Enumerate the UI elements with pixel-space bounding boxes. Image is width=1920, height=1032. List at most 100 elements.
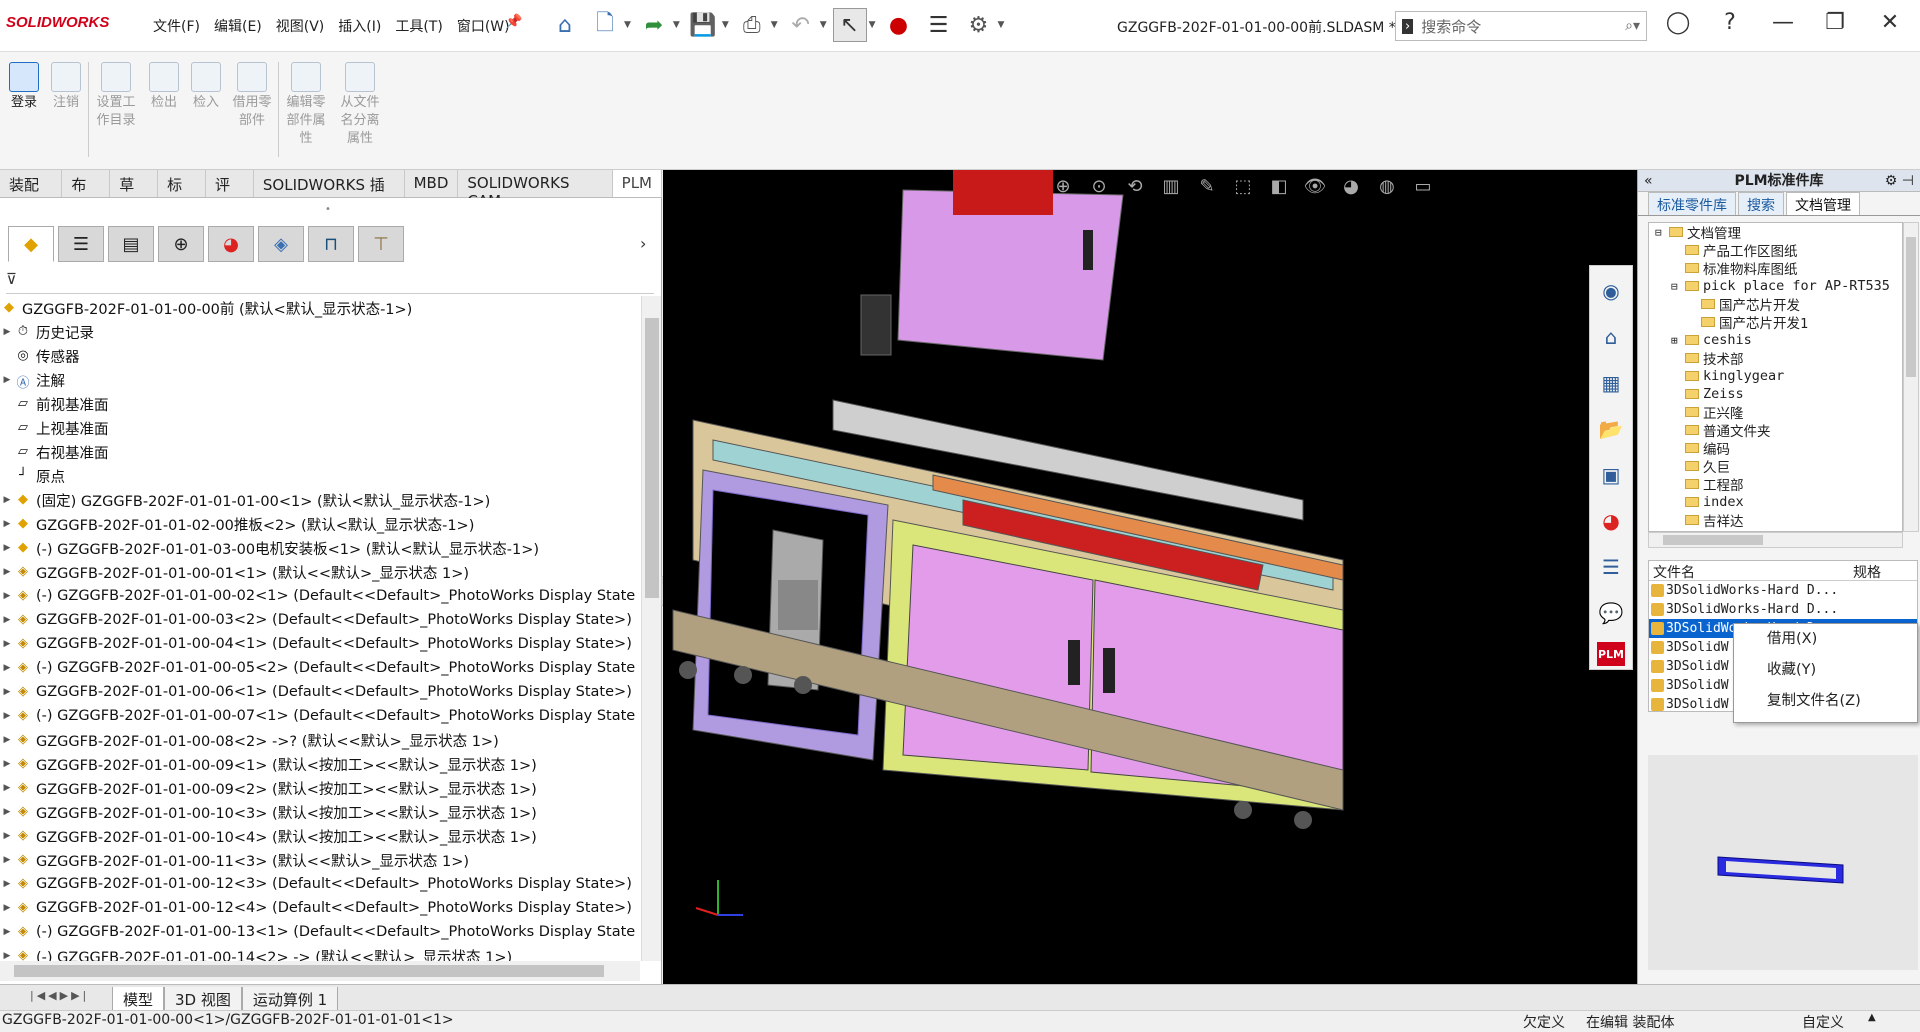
expand-arrow-icon[interactable]: ▶ — [0, 375, 14, 385]
tree-item[interactable]: ◎ 传感器 — [0, 344, 640, 368]
tree-item[interactable]: ▶ ◈ (-) GZGGFB-202F-01-01-00-05<2> (Defaul… — [0, 656, 640, 680]
tab-layout[interactable]: 布局 — [62, 170, 111, 215]
expand-arrow-icon[interactable]: ▶ — [0, 639, 14, 649]
expand-arrow-icon[interactable]: ▶ — [0, 687, 14, 697]
cam-tool-tab-icon[interactable]: ⊤ — [358, 226, 404, 262]
expand-toggle-icon[interactable]: ⊟ — [1671, 280, 1685, 293]
expand-arrow-icon[interactable]: ▶ — [0, 327, 14, 337]
tab-plm[interactable]: PLM — [612, 170, 663, 197]
tree-item[interactable]: ▶ ◆ (-) GZGGFB-202F-01-01-03-00电机安装板<1> (默… — [0, 536, 640, 560]
folder-node[interactable]: ⊟ pick place for AP-RT535 — [1649, 277, 1902, 295]
folder-node[interactable]: index — [1649, 493, 1902, 511]
chevron-right-icon[interactable]: › — [640, 234, 646, 253]
expand-arrow-icon[interactable]: ▶ — [0, 807, 14, 817]
menu-file[interactable]: 文件(F) — [146, 16, 207, 36]
property-manager-tab-icon[interactable]: ☰ — [58, 226, 104, 262]
folder-node[interactable]: 产品工作区图纸 — [1649, 241, 1902, 260]
folder-node[interactable]: 国产芯片开发 — [1649, 295, 1902, 314]
help-icon[interactable]: ? — [1710, 10, 1750, 35]
folder-node[interactable]: 久巨 — [1649, 457, 1902, 476]
scrollbar-thumb[interactable] — [645, 318, 659, 598]
dynamic-annotation-icon[interactable]: ✎ — [1192, 176, 1222, 202]
filter-icon[interactable]: ⊽ — [6, 270, 17, 288]
expand-arrow-icon[interactable]: ▶ — [0, 615, 14, 625]
tab-mbd[interactable]: MBD — [405, 170, 459, 197]
checkin-button[interactable]: 检入 — [182, 62, 230, 112]
folder-node[interactable]: 技术部 — [1649, 349, 1902, 368]
expand-arrow-icon[interactable]: ▶ — [0, 879, 14, 889]
expand-arrow-icon[interactable]: ▶ — [0, 495, 14, 505]
tree-item[interactable]: ▶ ◈ GZGGFB-202F-01-01-00-04<1> (Default<<D… — [0, 632, 640, 656]
checkout-button[interactable]: 检出 — [140, 62, 188, 112]
expand-toggle-icon[interactable]: ⊟ — [1655, 226, 1669, 239]
column-filename[interactable]: 文件名 — [1649, 561, 1849, 580]
tree-item[interactable]: ▱ 上视基准面 — [0, 416, 640, 440]
3d-content-icon[interactable]: ▦ — [1590, 362, 1632, 404]
folder-node[interactable]: 编码 — [1649, 439, 1902, 458]
tree-horizontal-scrollbar[interactable] — [0, 961, 640, 981]
tree-item[interactable]: ▶ ◈ GZGGFB-202F-01-01-00-06<1> (Default<<D… — [0, 680, 640, 704]
expand-arrow-icon[interactable]: ▶ — [0, 591, 14, 601]
undo-icon[interactable]: ↶ — [784, 8, 818, 42]
menu-item-favorite[interactable]: 收藏(Y) — [1734, 655, 1917, 686]
user-icon[interactable]: ◯ — [1658, 10, 1698, 35]
folder-node[interactable]: 正兴隆 — [1649, 403, 1902, 422]
expand-arrow-icon[interactable]: ▶ — [0, 951, 14, 961]
splitter-dot[interactable]: • — [325, 204, 331, 215]
folder-node[interactable]: 工程部 — [1649, 475, 1902, 494]
expand-arrow-icon[interactable]: ▶ — [0, 711, 14, 721]
tree-item[interactable]: ▶ ◈ (-) GZGGFB-202F-01-01-00-02<1> (Defaul… — [0, 584, 640, 608]
tab-evaluate[interactable]: 评估 — [206, 170, 254, 215]
cam-operation-tab-icon[interactable]: ⊓ — [308, 226, 354, 262]
tree-root[interactable]: ◆ GZGGFB-202F-01-01-00-00前 (默认<默认_显示状态-1>… — [0, 296, 640, 320]
tree-item[interactable]: ▶ ◈ GZGGFB-202F-01-01-00-12<3> (Default<<D… — [0, 872, 640, 896]
new-document-icon[interactable]: 🗋 — [588, 8, 622, 42]
collapse-icon[interactable]: « — [1644, 170, 1653, 192]
tree-item[interactable]: ▶ ◈ GZGGFB-202F-01-01-00-10<4> (默认<按加工><<默… — [0, 824, 640, 848]
edit-part-props-button[interactable]: 编辑零部件属性 — [282, 62, 330, 148]
scene-icon[interactable]: ◍ — [1372, 176, 1402, 202]
search-input[interactable]: 搜索命令 — [1421, 16, 1625, 37]
tree-vertical-scrollbar[interactable] — [641, 296, 661, 961]
display-manager-tab-icon[interactable]: ◕ — [208, 226, 254, 262]
column-spec[interactable]: 规格 — [1849, 561, 1885, 580]
status-units[interactable]: 自定义 — [1802, 1012, 1844, 1032]
expand-arrow-icon[interactable]: ▶ — [0, 759, 14, 769]
split-props-button[interactable]: 从文件名分离属性 — [336, 62, 384, 148]
tree-item[interactable]: ▶ ◈ GZGGFB-202F-01-01-00-11<3> (默认<<默认>_显示… — [0, 848, 640, 872]
tab-cam[interactable]: SOLIDWORKS CAM — [458, 170, 613, 210]
tab-scroll-arrows[interactable]: |◀◀▶▶| — [30, 989, 89, 1002]
logout-button[interactable]: 注销 — [42, 62, 90, 112]
expand-arrow-icon[interactable]: ▶ — [0, 783, 14, 793]
feature-manager-tab-icon[interactable]: ◆ — [8, 226, 54, 262]
tree-item[interactable]: ▶ ◈ (-) GZGGFB-202F-01-01-00-07<1> (Defaul… — [0, 704, 640, 728]
gear-icon[interactable]: ⚙ — [962, 8, 996, 42]
expand-arrow-icon[interactable]: ▶ — [0, 855, 14, 865]
tree-item[interactable]: ▶ ◈ GZGGFB-202F-01-01-00-01<1> (默认<<默认>_显示… — [0, 560, 640, 584]
open-icon[interactable]: ➦ — [637, 8, 671, 42]
folder-node[interactable]: kinglygear — [1649, 367, 1902, 385]
expand-arrow-icon[interactable]: ▶ — [0, 519, 14, 529]
scrollbar-thumb[interactable] — [1906, 237, 1916, 377]
menu-edit[interactable]: 编辑(E) — [207, 16, 269, 36]
tree-item[interactable]: ▶ ◆ GZGGFB-202F-01-01-02-00推板<2> (默认<默认_显示… — [0, 512, 640, 536]
expand-arrow-icon[interactable]: ▶ — [0, 927, 14, 937]
custom-properties-icon[interactable]: ☰ — [1590, 546, 1632, 588]
view-palette-icon[interactable]: ▣ — [1590, 454, 1632, 496]
folder-node[interactable]: 吉祥达 — [1649, 511, 1902, 530]
tree-item[interactable]: ▶ ◈ (-) GZGGFB-202F-01-01-00-13<1> (Defaul… — [0, 920, 640, 944]
pin-icon[interactable]: ⚙ ⊣ — [1885, 170, 1914, 192]
tab-sketch[interactable]: 草图 — [110, 170, 159, 215]
view-settings-icon[interactable]: ▭ — [1408, 176, 1438, 202]
tree-item[interactable]: ▶ ◈ (-) GZGGFB-202F-01-01-00-14<2> -> (默认<… — [0, 944, 640, 961]
tree-item[interactable]: ▶ ◆ (固定) GZGGFB-202F-01-01-01-00<1> (默认<默认… — [0, 488, 640, 512]
folder-node[interactable]: 国产芯片开发1 — [1649, 313, 1902, 332]
pin-icon[interactable]: 📌 — [505, 14, 522, 30]
zoom-fit-icon[interactable]: ⊕ — [1048, 176, 1078, 202]
tree-item[interactable]: ▶ ◈ GZGGFB-202F-01-01-00-08<2> ->? (默认<<默认… — [0, 728, 640, 752]
save-icon[interactable]: 💾 — [686, 8, 720, 42]
folder-node[interactable]: Zeiss — [1649, 385, 1902, 403]
expand-toggle-icon[interactable]: ⊞ — [1671, 334, 1685, 347]
folder-node[interactable]: 标准物料库图纸 — [1649, 259, 1902, 278]
forum-icon[interactable]: 💬 — [1590, 592, 1632, 634]
